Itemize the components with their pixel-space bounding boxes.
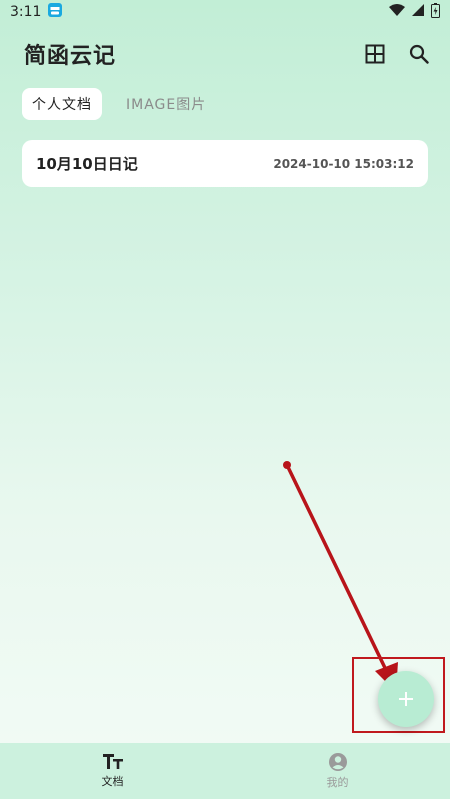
nav-profile[interactable]: 我的 — [225, 743, 450, 799]
text-format-icon — [102, 754, 123, 769]
document-tabs: 个人文档 IMAGE图片 — [22, 88, 216, 120]
status-left: 3:11 — [10, 2, 63, 22]
nav-profile-label: 我的 — [326, 776, 349, 789]
status-bar: 3:11 — [0, 0, 450, 24]
signal-icon — [411, 3, 425, 21]
app-header: 简函云记 — [0, 34, 450, 74]
tab-image-pictures[interactable]: IMAGE图片 — [116, 88, 216, 120]
tab-personal-documents[interactable]: 个人文档 — [22, 88, 102, 120]
user-profile-icon — [328, 753, 347, 771]
battery-icon — [431, 2, 440, 22]
status-right — [389, 2, 440, 22]
app-notification-icon — [47, 2, 63, 22]
nav-documents[interactable]: 文档 — [0, 743, 225, 799]
document-title: 10月10日日记 — [36, 155, 138, 173]
status-time: 3:11 — [10, 4, 42, 20]
document-timestamp: 2024-10-10 15:03:12 — [273, 156, 414, 171]
search-icon[interactable] — [406, 41, 432, 67]
grid-view-icon[interactable] — [362, 41, 388, 67]
app-title: 简函云记 — [24, 44, 117, 69]
bottom-navigation: 文档 我的 — [0, 743, 450, 799]
document-list-item[interactable]: 10月10日日记 2024-10-10 15:03:12 — [22, 140, 428, 187]
add-document-button[interactable] — [378, 671, 434, 727]
plus-icon — [399, 692, 413, 706]
header-actions — [362, 41, 432, 67]
wifi-icon — [389, 3, 405, 21]
nav-documents-label: 文档 — [101, 775, 124, 788]
